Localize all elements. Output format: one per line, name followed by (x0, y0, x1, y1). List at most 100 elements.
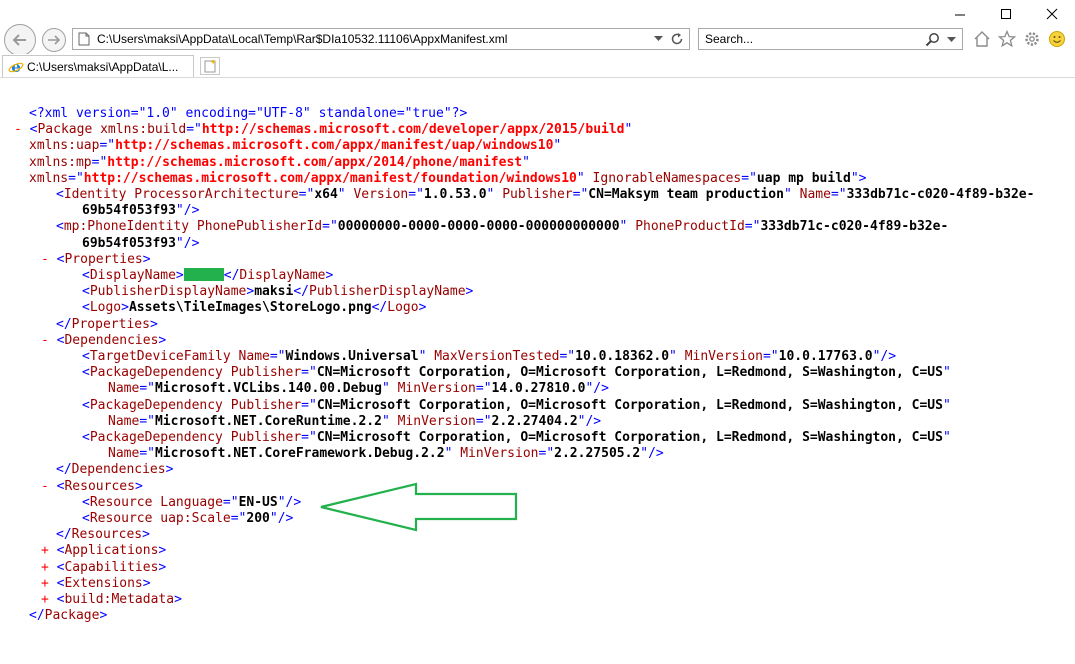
xml-decl-text: <?xml version="1.0" encoding="UTF-8" sta… (29, 106, 468, 121)
package-open-line: - <Package xmlns:build="http://schemas.m… (14, 122, 633, 138)
attr-value: uap mp build (756, 170, 851, 186)
attr-value: CN=Microsoft Corporation, O=Microsoft Co… (316, 365, 943, 381)
home-icon (974, 31, 990, 47)
resource-scale-line: <Resource uap:Scale="200"/> (82, 511, 294, 526)
capabilities-collapsed: + <Capabilities> (41, 559, 167, 575)
attr-value: 10.0.18362.0 (575, 349, 670, 364)
attr-value: 14.0.27810.0 (491, 381, 586, 397)
back-arrow-icon (12, 34, 26, 46)
collapsed-tag: Applications (64, 543, 159, 559)
metadata-collapsed: + <build:Metadata> (41, 592, 182, 607)
attr-value: 69b54f053f93 (82, 203, 176, 219)
properties-open: - <Properties> (41, 251, 151, 267)
settings-button[interactable] (1022, 28, 1042, 50)
attr-value: 2.2.27404.2 (491, 413, 578, 429)
gear-icon (1025, 32, 1039, 46)
tab-manifest[interactable]: e C:\Users\maksi\AppData\L... (2, 55, 194, 77)
toolbar-icons (972, 28, 1067, 50)
feedback-button[interactable] (1047, 28, 1067, 50)
xml-declaration: <?xml version="1.0" encoding="UTF-8" sta… (29, 106, 467, 122)
extensions-collapsed: + <Extensions> (41, 575, 151, 591)
page-icon (78, 32, 90, 46)
logo-line: <Logo>Assets\TileImages\StoreLogo.png</L… (82, 300, 427, 316)
target-device-family-line: <TargetDeviceFamily Name="Windows.Univer… (82, 349, 897, 364)
collapse-toggle[interactable]: - (41, 479, 49, 494)
attr-value: 200 (246, 511, 270, 526)
properties-close: </Properties> (56, 316, 158, 332)
attr-value: 1.0.53.0 (423, 187, 487, 202)
phone-identity-line: <mp:PhoneIdentity PhonePublisherId="0000… (56, 219, 949, 235)
address-url: C:\Users\maksi\AppData\Local\Temp\Rar$DI… (97, 32, 508, 46)
attr-value: 69b54f053f93 (82, 235, 176, 251)
attr-value: http://schemas.microsoft.com/appx/2014/p… (107, 154, 523, 170)
element-text: maksi (254, 284, 294, 300)
smiley-icon (1049, 31, 1065, 47)
attr-name: xmlns:uap (29, 138, 100, 154)
package-close: </Package> (29, 608, 108, 624)
attr-value: http://schemas.microsoft.com/appx/manife… (115, 138, 554, 154)
resources-open: - <Resources> (41, 478, 143, 494)
refresh-icon[interactable] (670, 32, 684, 46)
collapse-toggle[interactable]: - (41, 333, 49, 348)
collapse-toggle[interactable]: - (14, 122, 22, 137)
new-tab-icon (204, 59, 216, 73)
phone-identity-line-cont: 69b54f053f93"/> (82, 235, 200, 251)
minimize-icon (955, 14, 965, 16)
annotation-arrow-icon (320, 482, 518, 532)
search-dropdown-icon[interactable] (947, 37, 956, 43)
identity-line: <Identity ProcessorArchitecture="x64" Ve… (56, 187, 1035, 202)
expand-toggle[interactable]: + (41, 560, 49, 575)
attr-value: http://schemas.microsoft.com/developer/a… (201, 122, 625, 138)
attr-value: Windows.Universal (285, 349, 419, 364)
expand-toggle[interactable]: + (41, 576, 49, 591)
search-placeholder: Search... (705, 32, 754, 46)
search-box[interactable]: Search... (698, 28, 963, 50)
redacted-block (183, 268, 224, 281)
tab-title: C:\Users\maksi\AppData\L... (27, 60, 179, 74)
forward-arrow-icon (48, 35, 61, 45)
attr-value: 10.0.17763.0 (778, 349, 873, 364)
attr-value: EN-US (238, 494, 278, 510)
publisher-display-name-line: <PublisherDisplayName>maksi</PublisherDi… (82, 284, 474, 300)
attr-name: xmlns:build (100, 122, 187, 138)
search-icon[interactable] (925, 32, 940, 47)
attr-value: CN=Microsoft Corporation, O=Microsoft Co… (316, 397, 943, 413)
star-icon (998, 30, 1016, 48)
package-ns-uap: xmlns:uap="http://schemas.microsoft.com/… (29, 138, 562, 154)
forward-button[interactable] (42, 28, 66, 52)
dependencies-open: - <Dependencies> (41, 332, 167, 348)
close-icon (1046, 8, 1058, 20)
identity-line-cont: 69b54f053f93"/> (82, 203, 200, 219)
display-name-line: <DisplayName> </DisplayName> (82, 268, 334, 283)
expand-toggle[interactable]: + (41, 592, 49, 607)
new-tab-button[interactable] (200, 57, 220, 75)
ie-logo-icon: e (8, 59, 24, 75)
dependencies-close: </Dependencies> (56, 462, 174, 478)
attr-name: IgnorableNamespaces (592, 170, 742, 186)
package-dependency-line-cont: Name="Microsoft.NET.CoreRuntime.2.2" Min… (108, 413, 602, 429)
package-dependency-line: <PackageDependency Publisher="CN=Microso… (82, 397, 951, 413)
home-button[interactable] (972, 28, 992, 50)
dropdown-icon[interactable] (654, 36, 663, 42)
tab-bar: e C:\Users\maksi\AppData\L... (0, 54, 1075, 78)
attr-value: 2.2.27505.2 (554, 446, 641, 462)
element-text: Assets\TileImages\StoreLogo.png (128, 300, 372, 316)
address-bar[interactable]: C:\Users\maksi\AppData\Local\Temp\Rar$DI… (72, 28, 690, 50)
expand-toggle[interactable]: + (41, 543, 49, 558)
attr-value: x64 (314, 187, 338, 202)
attr-value: CN=Microsoft Corporation, O=Microsoft Co… (316, 430, 943, 445)
attr-value: 333db71c-c020-4f89-b32e- (846, 187, 1035, 202)
attr-value: 00000000-0000-0000-0000-000000000000 (337, 219, 620, 235)
package-dependency-line-cont: Name="Microsoft.NET.CoreFramework.Debug.… (108, 446, 664, 462)
attr-value: Microsoft.NET.CoreRuntime.2.2 (154, 413, 382, 429)
back-button[interactable] (4, 24, 36, 56)
package-dependency-line-cont: Name="Microsoft.VCLibs.140.00.Debug" Min… (108, 381, 609, 397)
collapse-toggle[interactable]: - (41, 252, 49, 267)
svg-text:e: e (11, 59, 21, 75)
package-dependency-line: <PackageDependency Publisher="CN=Microso… (82, 430, 951, 445)
maximize-icon (1001, 9, 1011, 19)
favorites-button[interactable] (997, 28, 1017, 50)
attr-value: http://schemas.microsoft.com/appx/manife… (83, 170, 577, 186)
attr-value: Microsoft.NET.CoreFramework.Debug.2.2 (154, 446, 445, 462)
attr-value: Microsoft.VCLibs.140.00.Debug (154, 381, 382, 397)
